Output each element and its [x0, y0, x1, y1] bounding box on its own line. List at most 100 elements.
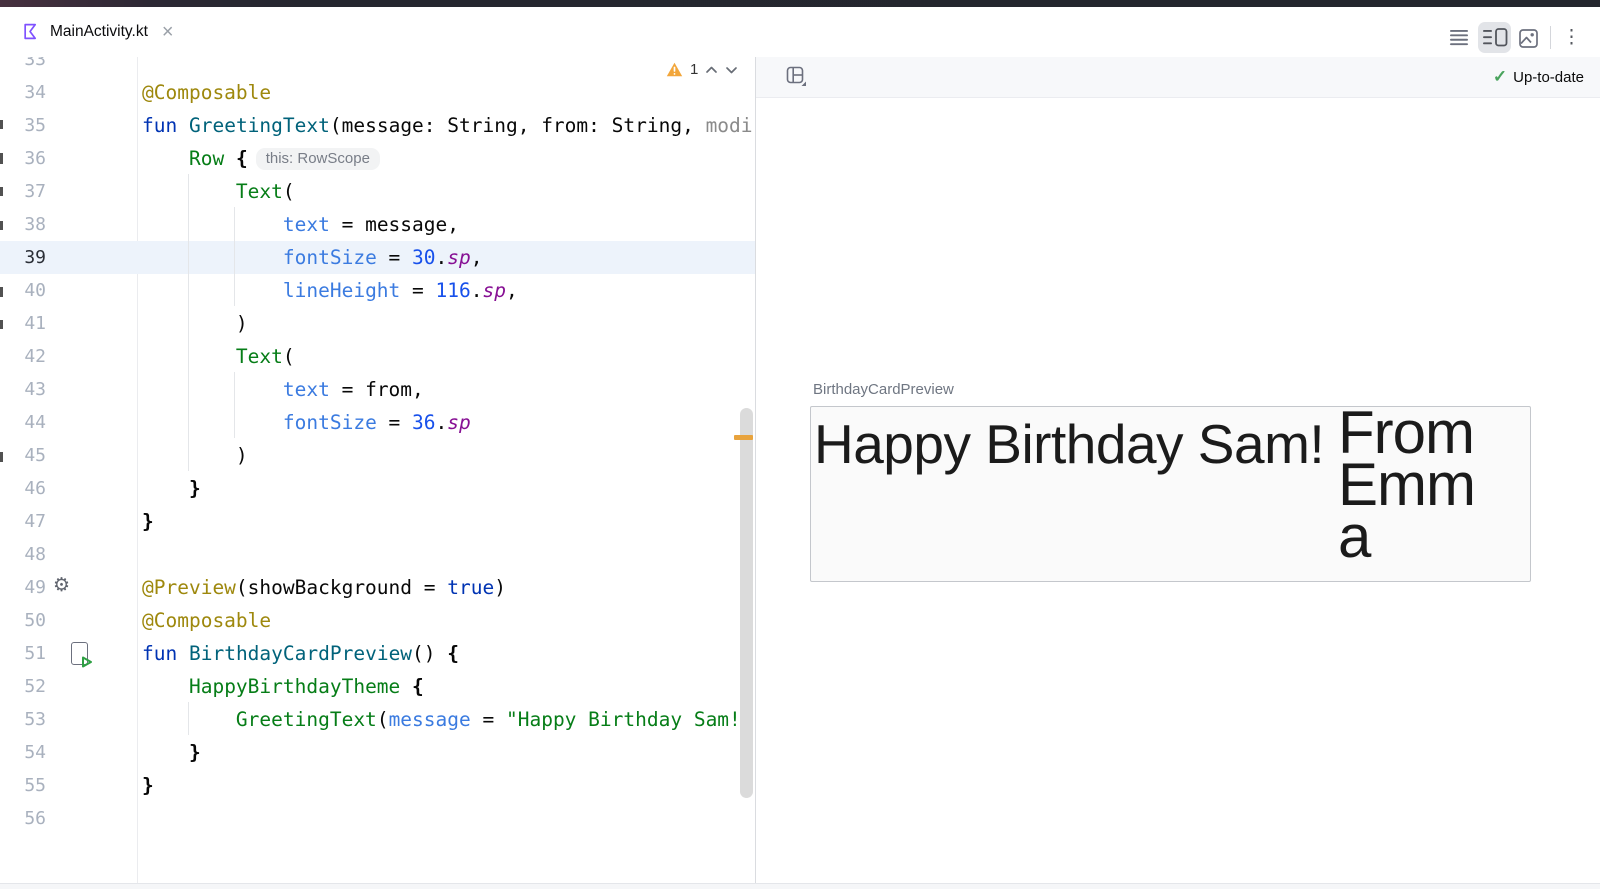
line-number[interactable]: 34 — [0, 82, 46, 103]
code-text: @Preview(showBackground = true) — [142, 576, 506, 599]
scrollbar-warning-marker[interactable] — [734, 435, 753, 440]
status-text: Up-to-date — [1513, 69, 1584, 86]
warning-count: 1 — [690, 61, 698, 78]
edge-artifact — [0, 120, 3, 129]
line-number[interactable]: 43 — [0, 379, 46, 400]
code-text: fun BirthdayCardPreview() { — [142, 642, 459, 665]
line-number[interactable]: 38 — [0, 214, 46, 235]
code-line-46[interactable]: 46 } — [0, 472, 755, 505]
split-view-icon[interactable] — [1482, 24, 1508, 51]
preview-render-card[interactable]: Happy Birthday Sam! From Emma — [810, 406, 1531, 582]
editor-scrollbar[interactable] — [740, 408, 753, 798]
code-line-40[interactable]: 40 lineHeight = 116.sp, — [0, 274, 755, 307]
line-number[interactable]: 51 — [0, 643, 46, 664]
code-text: @Composable — [142, 609, 271, 632]
code-text: text = message, — [142, 213, 459, 236]
android-studio-window: MainActivity.kt × — [0, 0, 1600, 889]
line-number[interactable]: 33 — [0, 57, 46, 70]
code-line-51[interactable]: 51 fun BirthdayCardPreview() { — [0, 637, 755, 670]
preview-layout-icon[interactable] — [786, 66, 807, 92]
line-number[interactable]: 45 — [0, 445, 46, 466]
next-warning-icon[interactable] — [725, 64, 738, 76]
line-number[interactable]: 41 — [0, 313, 46, 334]
bottom-strip — [0, 883, 1600, 889]
line-number[interactable]: 53 — [0, 709, 46, 730]
run-preview-icon[interactable] — [71, 642, 88, 665]
code-text: @Composable — [142, 81, 271, 104]
code-text: text = from, — [142, 378, 424, 401]
code-text: Row {this: RowScope — [142, 147, 380, 170]
preview-status: ✓ Up-to-date — [1493, 57, 1584, 97]
code-line-55[interactable]: 55} — [0, 769, 755, 802]
code-text: fontSize = 30.sp, — [142, 246, 483, 269]
line-number[interactable]: 48 — [0, 544, 46, 565]
line-number[interactable]: 35 — [0, 115, 46, 136]
code-line-43[interactable]: 43 text = from, — [0, 373, 755, 406]
edge-artifact — [0, 452, 3, 462]
code-view-icon[interactable] — [1448, 24, 1469, 51]
code-line-33[interactable]: 33 — [0, 57, 755, 76]
code-line-50[interactable]: 50 @Composable — [0, 604, 755, 637]
code-line-45[interactable]: 45 ) — [0, 439, 755, 472]
preview-name-label[interactable]: BirthdayCardPreview — [813, 381, 954, 398]
edge-artifact — [0, 153, 3, 164]
line-number[interactable]: 55 — [0, 775, 46, 796]
inspections-widget[interactable]: 1 — [666, 61, 738, 78]
code-line-35[interactable]: 35fun GreetingText(message: String, from… — [0, 109, 755, 142]
line-number[interactable]: 42 — [0, 346, 46, 367]
line-number[interactable]: 36 — [0, 148, 46, 169]
line-number[interactable]: 37 — [0, 181, 46, 202]
code-text: GreetingText(message = "Happy Birthday S… — [142, 708, 756, 731]
code-text: } — [142, 741, 201, 764]
tab-mainactivity[interactable]: MainActivity.kt × — [0, 7, 188, 56]
code-line-37[interactable]: 37 Text( — [0, 175, 755, 208]
design-view-icon[interactable] — [1518, 28, 1538, 48]
line-number[interactable]: 40 — [0, 280, 46, 301]
code-text: HappyBirthdayTheme { — [142, 675, 424, 698]
line-number[interactable]: 49 — [0, 577, 46, 598]
inlay-hint[interactable]: this: RowScope — [256, 148, 380, 170]
edge-artifact — [0, 287, 3, 297]
code-line-36[interactable]: 36 Row {this: RowScope — [0, 142, 755, 175]
code-text: } — [142, 477, 201, 500]
window-title-bar — [0, 0, 1600, 7]
line-number[interactable]: 39 — [0, 247, 46, 268]
code-editor[interactable]: 33 34 @Composable 35fun GreetingText(messag… — [0, 57, 756, 883]
code-line-41[interactable]: 41 ) — [0, 307, 755, 340]
code-line-44[interactable]: 44 fontSize = 36.sp — [0, 406, 755, 439]
code-line-39[interactable]: 39 fontSize = 30.sp, — [0, 241, 755, 274]
more-options-icon[interactable]: ⋮ — [1562, 24, 1581, 51]
line-number[interactable]: 46 — [0, 478, 46, 499]
prev-warning-icon[interactable] — [705, 64, 718, 76]
code-line-56[interactable]: 56 — [0, 802, 755, 835]
code-text: Text( — [142, 345, 295, 368]
code-line-38[interactable]: 38 text = message, — [0, 208, 755, 241]
code-line-48[interactable]: 48 — [0, 538, 755, 571]
toolbar-divider — [1550, 26, 1551, 49]
code-text: ) — [142, 444, 248, 467]
code-line-34[interactable]: 34 @Composable — [0, 76, 755, 109]
line-number[interactable]: 52 — [0, 676, 46, 697]
line-number[interactable]: 56 — [0, 808, 46, 829]
code-line-49[interactable]: 49 @Preview(showBackground = true) — [0, 571, 755, 604]
warning-triangle-icon — [666, 62, 683, 77]
kotlin-file-icon — [22, 22, 41, 41]
line-number[interactable]: 47 — [0, 511, 46, 532]
tab-close-icon[interactable]: × — [162, 22, 174, 42]
line-number[interactable]: 50 — [0, 610, 46, 631]
code-line-54[interactable]: 54 } — [0, 736, 755, 769]
code-line-52[interactable]: 52 HappyBirthdayTheme { — [0, 670, 755, 703]
line-number[interactable]: 54 — [0, 742, 46, 763]
preview-settings-gear-icon[interactable]: ⚙ — [53, 574, 70, 596]
preview-canvas[interactable]: BirthdayCardPreview Happy Birthday Sam! … — [756, 98, 1600, 883]
edge-artifact — [0, 187, 3, 196]
line-number[interactable]: 44 — [0, 412, 46, 433]
code-line-47[interactable]: 47} — [0, 505, 755, 538]
compose-preview-panel: ✓ Up-to-date BirthdayCardPreview Happy B… — [756, 57, 1600, 883]
code-text: Text( — [142, 180, 295, 203]
code-line-42[interactable]: 42 Text( — [0, 340, 755, 373]
code-line-53[interactable]: 53 GreetingText(message = "Happy Birthda… — [0, 703, 755, 736]
birthday-from-text: From Emma — [1338, 407, 1504, 563]
preview-toolbar: ✓ Up-to-date — [756, 57, 1600, 98]
birthday-message-text: Happy Birthday Sam! — [814, 412, 1324, 476]
